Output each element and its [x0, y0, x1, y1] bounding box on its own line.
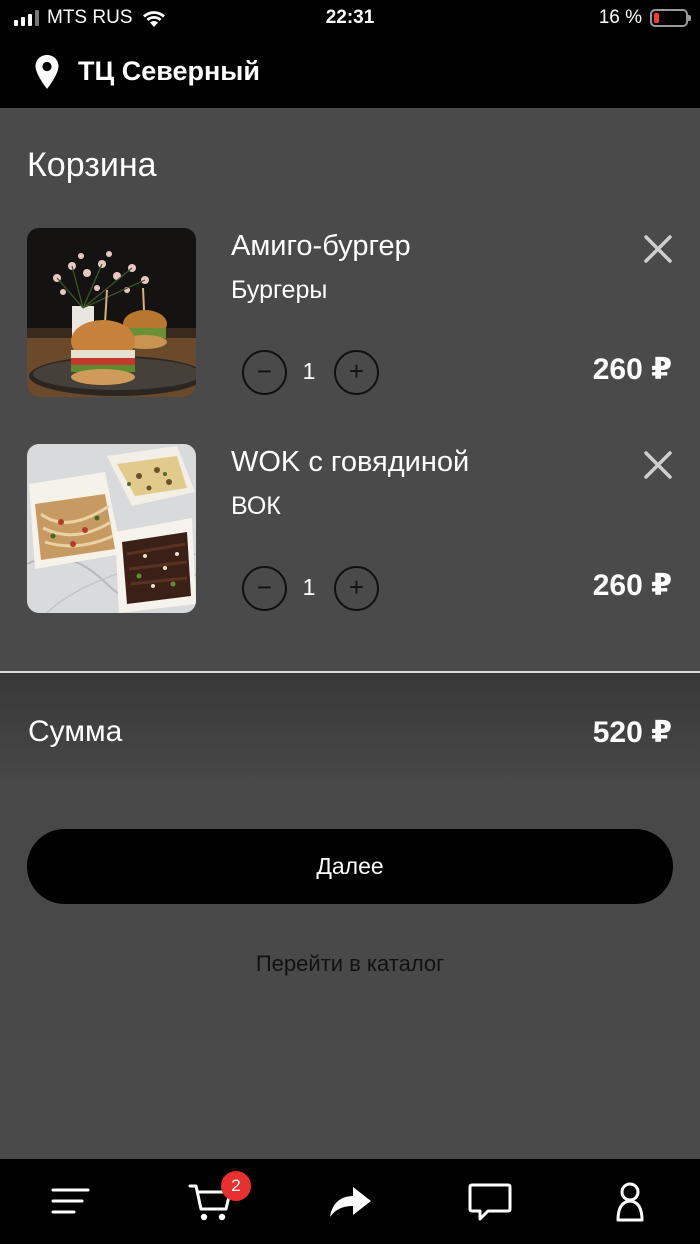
page-title: Корзина	[27, 146, 157, 184]
go-to-catalog-link[interactable]: Перейти в каталог	[0, 951, 700, 977]
cart-item: WOK с говядиной ВОК − 1 + 260 ₽	[0, 444, 700, 614]
location-header[interactable]: ТЦ Северный	[0, 36, 700, 108]
item-name: Амиго-бургер	[231, 230, 411, 262]
increase-button[interactable]: +	[334, 566, 379, 611]
decrease-button[interactable]: −	[242, 350, 287, 395]
map-pin-icon	[35, 55, 59, 89]
quantity-stepper: − 1 +	[242, 566, 382, 612]
item-category: Бургеры	[231, 276, 328, 304]
increase-button[interactable]: +	[334, 350, 379, 395]
profile-icon[interactable]	[606, 1177, 654, 1225]
quantity-value: 1	[302, 574, 316, 600]
decrease-button[interactable]: −	[242, 566, 287, 611]
battery-icon	[650, 9, 691, 27]
remove-item-button[interactable]	[641, 232, 675, 266]
menu-icon[interactable]	[46, 1177, 94, 1225]
clock: 22:31	[325, 7, 375, 28]
burger-photo	[27, 228, 196, 397]
cart-badge: 2	[221, 1171, 251, 1201]
item-price: 260 ₽	[592, 353, 672, 386]
item-category: ВОК	[231, 492, 281, 520]
chat-icon[interactable]	[466, 1177, 514, 1225]
share-icon[interactable]	[326, 1177, 374, 1225]
cart-item: Амиго-бургер Бургеры − 1 + 260 ₽	[0, 228, 700, 398]
quantity-value: 1	[302, 358, 316, 384]
quantity-stepper: − 1 +	[242, 350, 382, 396]
remove-item-button[interactable]	[641, 448, 675, 482]
store-name: ТЦ Северный	[78, 56, 260, 86]
item-price: 260 ₽	[592, 569, 672, 602]
battery-percent: 16 %	[598, 7, 642, 28]
battery-level	[654, 13, 659, 23]
battery-group: 16 %	[598, 7, 691, 29]
item-name: WOK с говядиной	[231, 446, 470, 478]
sum-label: Сумма	[28, 715, 123, 748]
status-bar: MTS RUS 22:31 16 %	[0, 0, 700, 36]
bottom-tab-bar: 2	[0, 1159, 700, 1244]
sum-value: 520 ₽	[592, 716, 672, 749]
wok-photo	[27, 444, 196, 613]
next-button[interactable]: Далее	[27, 829, 673, 904]
order-summary: Сумма 520 ₽ Далее Перейти в каталог	[0, 673, 700, 1159]
